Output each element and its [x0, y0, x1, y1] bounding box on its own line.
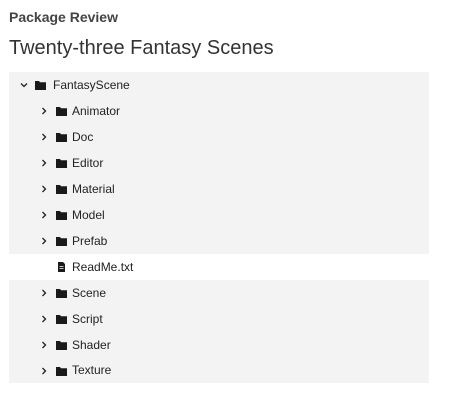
folder-icon [35, 72, 46, 98]
tree-row-material[interactable]: Material [9, 176, 429, 202]
tree-row-scene[interactable]: Scene [9, 280, 429, 306]
tree-item-label: Texture [72, 363, 112, 377]
chevron-right-icon[interactable] [39, 98, 49, 124]
tree-row-script[interactable]: Script [9, 306, 429, 332]
chevron-right-icon[interactable] [39, 358, 49, 384]
tree-item-label: FantasyScene [53, 78, 130, 92]
chevron-right-icon[interactable] [39, 332, 49, 358]
folder-icon [56, 124, 67, 150]
chevron-right-icon[interactable] [39, 150, 49, 176]
chevron-right-icon[interactable] [39, 280, 49, 306]
tree-row-shader[interactable]: Shader [9, 332, 429, 358]
folder-icon [56, 228, 67, 254]
tree-item-label: Material [72, 182, 115, 196]
tree-item-label: Editor [72, 156, 104, 170]
tree-item-label: Script [72, 312, 103, 326]
tree-row-prefab[interactable]: Prefab [9, 228, 429, 254]
tree-item-label: Doc [72, 130, 94, 144]
folder-icon [56, 280, 67, 306]
tree-item-label: ReadMe.txt [72, 260, 134, 274]
folder-icon [56, 176, 67, 202]
folder-icon [56, 306, 67, 332]
chevron-right-icon[interactable] [39, 228, 49, 254]
chevron-down-icon[interactable] [19, 72, 29, 98]
tree-item-label: Animator [72, 104, 121, 118]
folder-icon [56, 150, 67, 176]
tree-item-label: Scene [72, 286, 107, 300]
folder-icon [56, 358, 67, 384]
tree-row-texture[interactable]: Texture [9, 358, 429, 383]
tree-item-label: Shader [72, 338, 111, 352]
tree-row-animator[interactable]: Animator [9, 98, 429, 124]
chevron-right-icon[interactable] [39, 176, 49, 202]
tree-row-readme[interactable]: ReadMe.txt [9, 254, 429, 280]
folder-icon [56, 332, 67, 358]
chevron-right-icon[interactable] [39, 124, 49, 150]
tree-row-fantasyscene[interactable]: FantasyScene [9, 72, 429, 98]
chevron-right-icon[interactable] [39, 202, 49, 228]
tree-row-model[interactable]: Model [9, 202, 429, 228]
file-icon [56, 254, 67, 280]
folder-icon [56, 98, 67, 124]
package-review-label: Package Review [9, 9, 118, 25]
tree-item-label: Model [72, 208, 105, 222]
chevron-right-icon[interactable] [39, 306, 49, 332]
tree-item-label: Prefab [72, 234, 108, 248]
tree-row-doc[interactable]: Doc [9, 124, 429, 150]
page-title: Twenty-three Fantasy Scenes [9, 37, 274, 59]
tree-row-editor[interactable]: Editor [9, 150, 429, 176]
folder-icon [56, 202, 67, 228]
file-tree: FantasyScene Animator Doc Editor Materia… [9, 72, 429, 383]
